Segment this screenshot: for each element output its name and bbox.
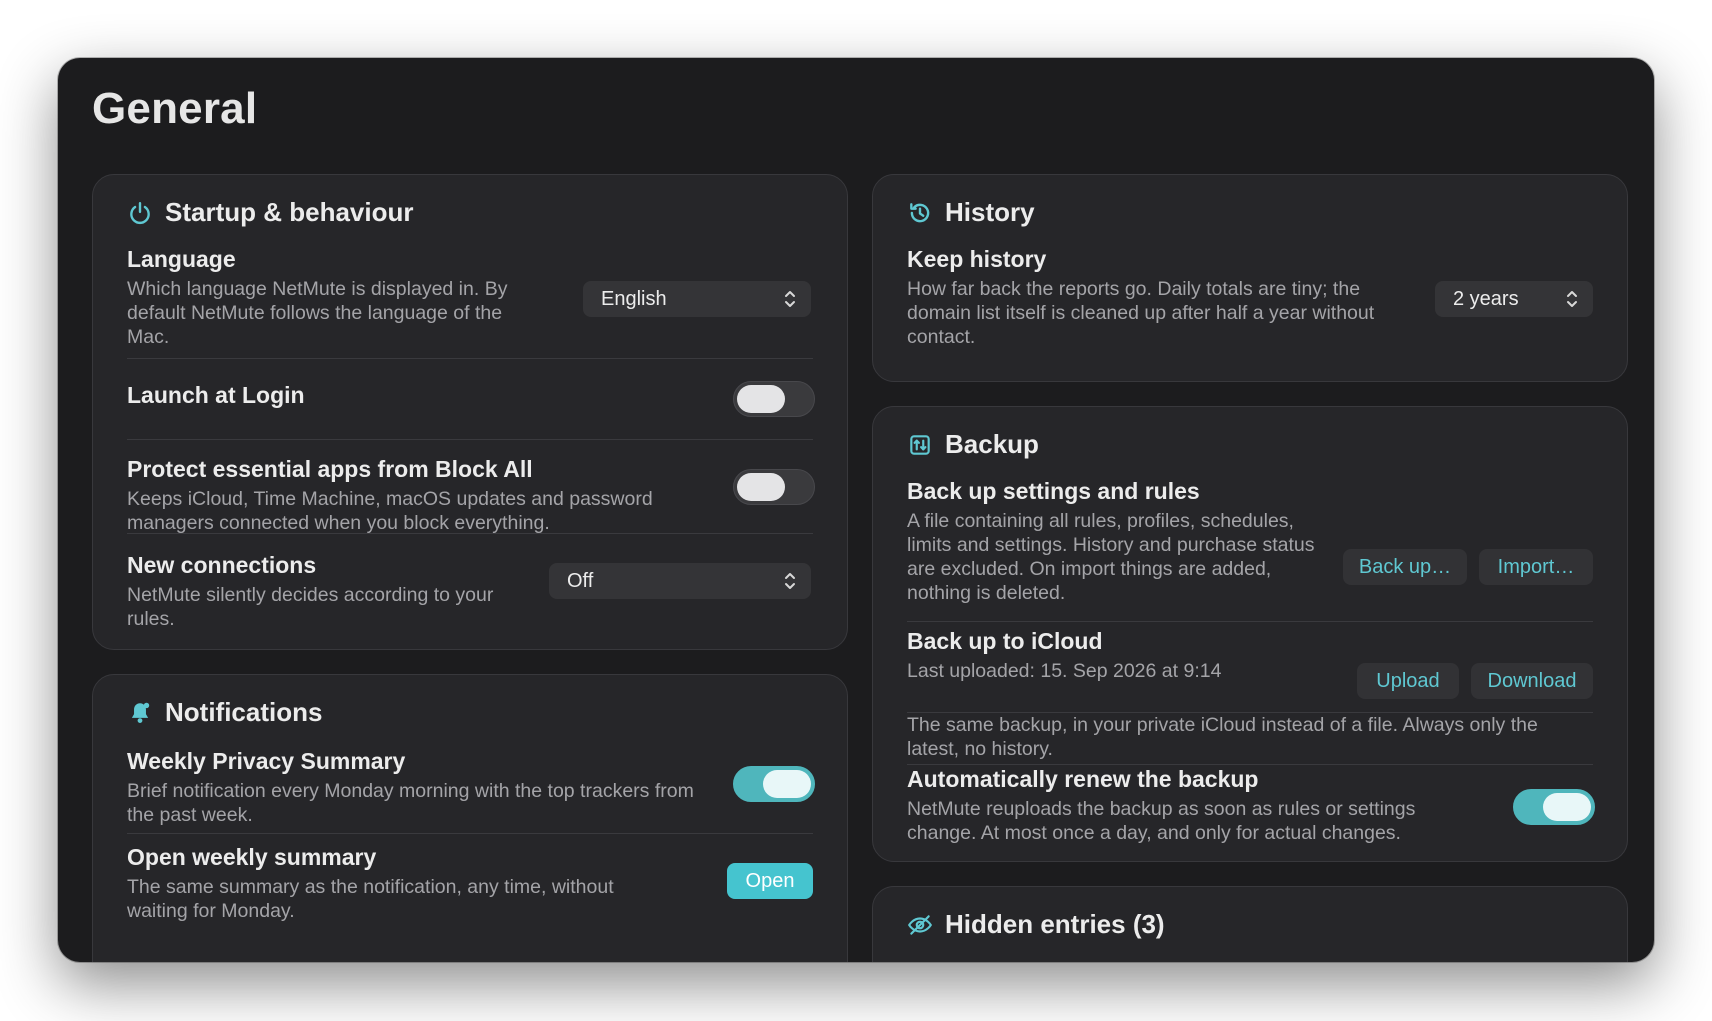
page-title: General bbox=[92, 84, 258, 133]
auto-renew-toggle[interactable] bbox=[1513, 789, 1595, 825]
keep-history-label: Keep history bbox=[907, 246, 1047, 272]
chevron-updown-icon bbox=[785, 291, 795, 307]
divider bbox=[127, 833, 813, 834]
language-select[interactable]: English bbox=[583, 281, 811, 317]
startup-card: Startup & behaviour Language Which langu… bbox=[92, 174, 848, 650]
backup-settings-row: Back up settings and rules A file contai… bbox=[907, 477, 1593, 605]
history-card: History Keep history How far back the re… bbox=[872, 174, 1628, 382]
startup-title: Startup & behaviour bbox=[165, 197, 414, 227]
new-connections-select[interactable]: Off bbox=[549, 563, 811, 599]
divider bbox=[127, 358, 813, 359]
startup-header: Startup & behaviour bbox=[127, 197, 413, 228]
chevron-updown-icon bbox=[785, 573, 795, 589]
backup-button[interactable]: Back up… bbox=[1343, 549, 1467, 585]
history-header: History bbox=[907, 197, 1035, 228]
open-weekly-description: The same summary as the notification, an… bbox=[127, 876, 614, 922]
keep-history-select[interactable]: 2 years bbox=[1435, 281, 1593, 317]
chevron-updown-icon bbox=[1567, 291, 1577, 307]
hidden-entries-title: Hidden entries (3) bbox=[945, 909, 1165, 939]
keep-history-description: How far back the reports go. Daily total… bbox=[907, 278, 1375, 348]
auto-renew-label: Automatically renew the backup bbox=[907, 766, 1259, 792]
backup-icon bbox=[907, 432, 933, 458]
weekly-summary-toggle[interactable] bbox=[733, 766, 815, 802]
toggle-knob bbox=[763, 770, 811, 798]
toggle-knob bbox=[737, 473, 785, 501]
launch-at-login-row: Launch at Login bbox=[127, 381, 813, 409]
bell-icon bbox=[127, 700, 153, 726]
notifications-title: Notifications bbox=[165, 697, 323, 727]
new-connections-value: Off bbox=[567, 569, 594, 592]
backup-settings-description: A file containing all rules, profiles, s… bbox=[907, 510, 1315, 604]
eye-slash-icon bbox=[907, 912, 933, 938]
backup-card: Backup Back up settings and rules A file… bbox=[872, 406, 1628, 862]
icloud-label: Back up to iCloud bbox=[907, 628, 1103, 654]
weekly-summary-label: Weekly Privacy Summary bbox=[127, 748, 406, 774]
upload-button[interactable]: Upload bbox=[1357, 663, 1459, 699]
protect-essential-label: Protect essential apps from Block All bbox=[127, 456, 533, 482]
history-icon bbox=[907, 200, 933, 226]
protect-essential-row: Protect essential apps from Block All Ke… bbox=[127, 455, 813, 535]
backup-header: Backup bbox=[907, 429, 1039, 460]
new-connections-label: New connections bbox=[127, 552, 317, 578]
open-weekly-label: Open weekly summary bbox=[127, 844, 377, 870]
backup-settings-label: Back up settings and rules bbox=[907, 478, 1200, 504]
weekly-summary-row: Weekly Privacy Summary Brief notificatio… bbox=[127, 747, 813, 827]
auto-renew-description: NetMute reuploads the backup as soon as … bbox=[907, 798, 1416, 844]
toggle-knob bbox=[1543, 793, 1591, 821]
language-label: Language bbox=[127, 246, 236, 272]
open-weekly-button[interactable]: Open bbox=[727, 863, 813, 899]
weekly-summary-description: Brief notification every Monday morning … bbox=[127, 780, 694, 826]
open-weekly-row: Open weekly summary The same summary as … bbox=[127, 843, 813, 923]
language-value: English bbox=[601, 287, 667, 310]
backup-title: Backup bbox=[945, 429, 1039, 459]
new-connections-description: NetMute silently decides according to yo… bbox=[127, 584, 494, 630]
keep-history-value: 2 years bbox=[1453, 287, 1519, 310]
history-title: History bbox=[945, 197, 1035, 227]
hidden-entries-card: Hidden entries (3) bbox=[872, 886, 1628, 962]
import-button[interactable]: Import… bbox=[1479, 549, 1593, 585]
settings-window: General Startup & behaviour Language Whi… bbox=[58, 58, 1654, 962]
notifications-card: Notifications Weekly Privacy Summary Bri… bbox=[92, 674, 848, 962]
icloud-description: The same backup, in your private iCloud … bbox=[907, 714, 1538, 760]
power-icon bbox=[127, 200, 153, 226]
auto-renew-row: Automatically renew the backup NetMute r… bbox=[907, 765, 1593, 845]
hidden-entries-header[interactable]: Hidden entries (3) bbox=[907, 909, 1165, 940]
divider bbox=[907, 621, 1593, 622]
divider bbox=[127, 439, 813, 440]
download-button[interactable]: Download bbox=[1471, 663, 1593, 699]
launch-at-login-toggle[interactable] bbox=[733, 381, 815, 417]
protect-essential-toggle[interactable] bbox=[733, 469, 815, 505]
toggle-knob bbox=[737, 385, 785, 413]
language-description: Which language NetMute is displayed in. … bbox=[127, 278, 508, 348]
launch-at-login-label: Launch at Login bbox=[127, 382, 305, 408]
divider bbox=[127, 533, 813, 534]
protect-essential-description: Keeps iCloud, Time Machine, macOS update… bbox=[127, 488, 653, 534]
notifications-header: Notifications bbox=[127, 697, 322, 728]
icloud-description-row: The same backup, in your private iCloud … bbox=[907, 709, 1593, 761]
